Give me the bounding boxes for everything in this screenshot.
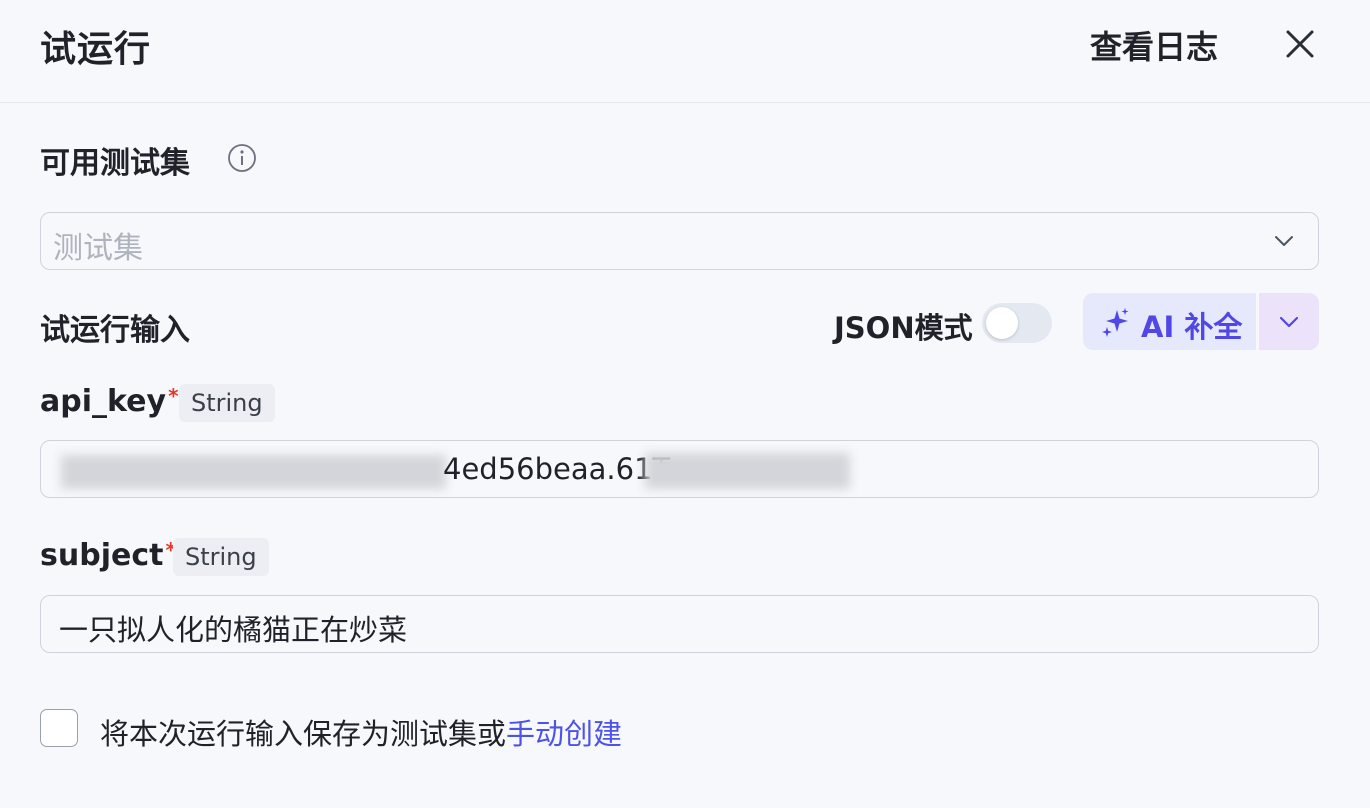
save-option-text: 将本次运行输入保存为测试集或 [100, 717, 507, 751]
panel-header: 试运行 查看日志 [0, 0, 1370, 103]
manual-create-link[interactable]: 手动创建 [506, 717, 622, 751]
api-key-type-tag: String [179, 384, 275, 422]
close-button[interactable] [1278, 24, 1322, 68]
ai-complete-button[interactable]: AI 补全 [1083, 293, 1256, 350]
subject-field-label: subject * [40, 538, 176, 573]
save-as-test-set-label: 将本次运行输入保存为测试集或手动创建 [100, 711, 622, 753]
required-mark: * [168, 384, 179, 408]
subject-name: subject [40, 538, 164, 573]
chevron-down-icon [1274, 233, 1294, 249]
subject-value: 一只拟人化的橘猫正在炒菜 [59, 613, 408, 647]
toggle-knob [986, 307, 1018, 339]
ai-complete-label: AI 补全 [1141, 310, 1243, 344]
panel-title: 试运行 [40, 29, 152, 70]
api-key-name: api_key [40, 384, 167, 419]
subject-input[interactable]: 一只拟人化的橘猫正在炒菜 [40, 595, 1319, 653]
test-set-section-label: 可用测试集 [40, 146, 190, 181]
run-input-section-label: 试运行输入 [40, 313, 190, 348]
json-mode-label: JSON模式 [834, 311, 973, 345]
json-mode-toggle[interactable] [982, 303, 1052, 343]
subject-type-tag: String [173, 538, 269, 576]
redacted-blur [645, 453, 850, 489]
redacted-blur [61, 455, 446, 489]
api-key-value: 4ed56beaa.61T [443, 452, 671, 486]
api-key-input[interactable]: 4ed56beaa.61T [40, 440, 1319, 498]
api-key-field-label: api_key * [40, 384, 179, 419]
save-as-test-set-checkbox[interactable] [40, 709, 78, 747]
info-icon[interactable] [227, 143, 257, 173]
view-logs-button[interactable]: 查看日志 [1090, 22, 1218, 68]
close-icon [1286, 30, 1314, 58]
sparkle-icon [1101, 307, 1131, 337]
chevron-down-icon [1279, 316, 1299, 328]
ai-complete-dropdown-button[interactable] [1259, 293, 1319, 350]
test-set-select[interactable]: 测试集 [40, 212, 1319, 270]
test-set-placeholder: 测试集 [53, 231, 143, 266]
